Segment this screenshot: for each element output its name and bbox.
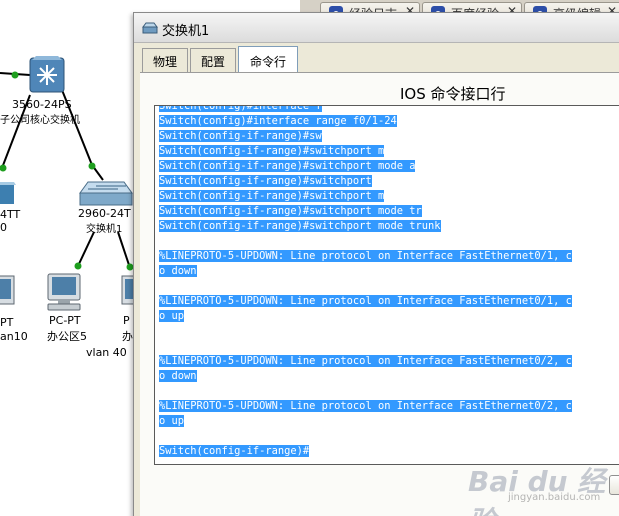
terminal-line-text: Switch(config-if-range)#switchport m <box>159 145 385 157</box>
terminal-line-text: o down <box>159 370 197 382</box>
cli-heading: IOS 命令接口行 <box>400 85 506 103</box>
core-switch-name-label: 子公司核心交换机 <box>0 115 80 126</box>
tab-physical[interactable]: 物理 <box>142 48 188 72</box>
window-tabs: 物理 配置 命令行 <box>140 46 619 72</box>
terminal-line-text: Switch(config-if-range)#sw <box>159 130 322 142</box>
terminal-line-text: Switch(config-if-range)#switchport mode … <box>159 220 441 232</box>
window-titlebar[interactable]: 交换机1 <box>134 13 619 43</box>
terminal-line: Switch(config-if-range)# <box>159 444 619 459</box>
watermark-url: jingyan.baidu.com <box>508 492 601 503</box>
terminal-line-text: Switch(config-if-range)#switchport m <box>159 190 385 202</box>
tab-config[interactable]: 配置 <box>190 48 236 72</box>
terminal-line-text: Switch(config-if-range)#switchport <box>159 175 372 187</box>
terminal-line-text: o up <box>159 310 185 322</box>
pc-left-name-label: an10 <box>0 330 28 343</box>
link-status-dot <box>74 262 82 270</box>
pc-right-name-label: 办 <box>122 330 133 343</box>
pc-icon[interactable] <box>0 275 15 305</box>
terminal-line: Switch(config-if-range)#switchport mode … <box>159 204 619 219</box>
switch-window: 交换机1 物理 配置 命令行 IOS 命令接口行 Switch(config)#… <box>133 12 619 516</box>
vlan-label: vlan 40 <box>86 346 127 359</box>
pc-right-model-label: P <box>123 314 130 327</box>
terminal-line: %LINEPROTO-5-UPDOWN: Line protocol on In… <box>159 249 619 264</box>
terminal-line-text: o down <box>159 265 197 277</box>
terminal-line: Switch(config-if-range)#sw <box>159 129 619 144</box>
pc-mid-name-label: 办公区5 <box>47 330 87 343</box>
access-switch-model-label: 2960-24T <box>78 207 131 220</box>
tab-cli[interactable]: 命令行 <box>238 46 298 72</box>
terminal-line: o up <box>159 309 619 324</box>
terminal-line: %LINEPROTO-5-UPDOWN: Line protocol on In… <box>159 399 619 414</box>
left-switch-name-label: 0 <box>0 221 7 234</box>
terminal-line-text: Switch(config)#interface f <box>159 106 322 112</box>
terminal-line-text: Switch(config-if-range)#switchport mode … <box>159 205 422 217</box>
terminal-line: Switch(config)#interface f <box>159 106 619 114</box>
terminal-line-text: o up <box>159 415 185 427</box>
link-status-dot <box>88 162 96 170</box>
terminal-line-text: Switch(config)#interface range f0/1-24 <box>159 115 397 127</box>
left-switch-model-label: 4TT <box>0 208 21 221</box>
access-switch-name-label: 交换机1 <box>86 224 123 235</box>
terminal-line: Switch(config)#interface range f0/1-24 <box>159 114 619 129</box>
terminal-line-text: %LINEPROTO-5-UPDOWN: Line protocol on In… <box>159 355 572 367</box>
core-switch-model-label: 3560-24PS <box>12 98 72 111</box>
watermark-brand: Bai du 经验 <box>468 465 606 516</box>
pc-mid-model-label: PC-PT <box>49 314 81 327</box>
access-switch-icon[interactable] <box>79 181 133 206</box>
terminal-line: Switch(config-if-range)#switchport <box>159 174 619 189</box>
terminal-line-text: %LINEPROTO-5-UPDOWN: Line protocol on In… <box>159 295 572 307</box>
multilayer-switch-icon[interactable] <box>29 56 65 93</box>
terminal-line-text: %LINEPROTO-5-UPDOWN: Line protocol on In… <box>159 400 572 412</box>
window-title: 交换机1 <box>162 24 210 39</box>
link-status-dot <box>11 71 19 79</box>
terminal-line: Switch(config-if-range)#switchport m <box>159 144 619 159</box>
link-line <box>77 231 95 267</box>
terminal-line-text: Switch(config-if-range)#switchport mode … <box>159 160 416 172</box>
link-status-dot <box>0 164 7 172</box>
terminal-line: o down <box>159 264 619 279</box>
link-line <box>117 231 131 269</box>
terminal-line: Switch(config-if-range)#switchport mode … <box>159 219 619 234</box>
baidu-watermark: Bai du 经验 jingyan.baidu.com <box>468 460 618 516</box>
terminal-line: %LINEPROTO-5-UPDOWN: Line protocol on In… <box>159 354 619 369</box>
terminal-line-text: Switch(config-if-range)# <box>159 445 310 457</box>
switch-icon <box>142 22 158 34</box>
terminal-line-text: %LINEPROTO-5-UPDOWN: Line protocol on In… <box>159 250 572 262</box>
terminal-line: Switch(config-if-range)#switchport m <box>159 189 619 204</box>
pc-left-model-label: PT <box>0 316 14 329</box>
pc-icon[interactable] <box>47 273 81 311</box>
terminal-line: Switch(config-if-range)#switchport mode … <box>159 159 619 174</box>
terminal-output: Switch(config)#interface f Switch(config)… <box>159 106 619 459</box>
terminal-line: %LINEPROTO-5-UPDOWN: Line protocol on In… <box>159 294 619 309</box>
terminal-line: o up <box>159 414 619 429</box>
terminal-line: o down <box>159 369 619 384</box>
cli-terminal[interactable]: Switch(config)#interface f Switch(config)… <box>154 105 619 465</box>
switch-icon[interactable] <box>0 182 16 204</box>
